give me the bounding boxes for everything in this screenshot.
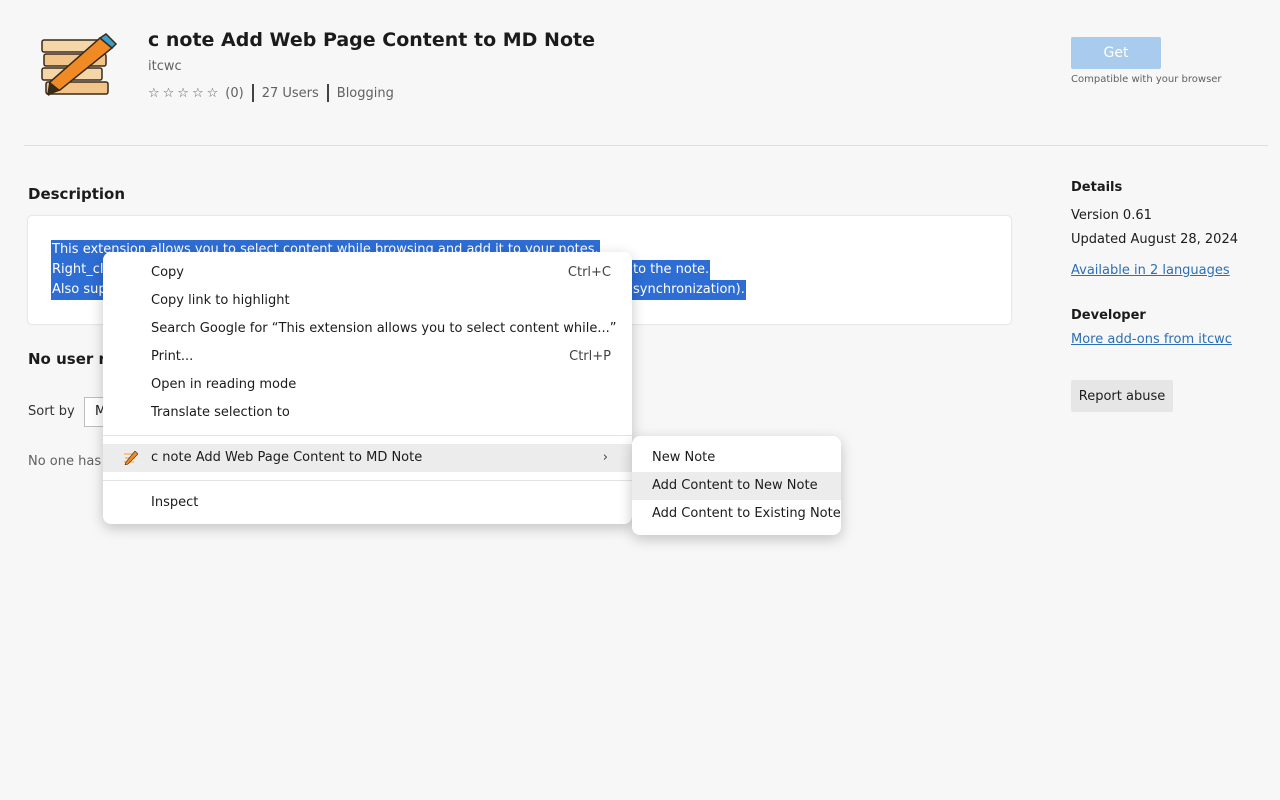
menu-item-label: c note Add Web Page Content to MD Note [151,450,423,465]
menu-item-search-google[interactable]: Search Google for “This extension allows… [103,315,632,343]
meta-divider [251,84,254,102]
menu-item-label: Inspect [151,495,199,510]
menu-item-label: Copy link to highlight [151,293,290,308]
report-abuse-button[interactable]: Report abuse [1071,380,1173,412]
user-count: 27 Users [261,85,319,101]
menu-item-inspect[interactable]: Inspect [103,489,632,517]
shortcut-label: Ctrl+C [567,265,611,280]
chevron-right-icon: › [602,450,608,465]
details-heading: Details [1071,180,1123,195]
description-line-3-end: synchronization). [632,280,746,300]
menu-item-translate[interactable]: Translate selection to [103,399,632,427]
submenu-item-new-note[interactable]: New Note [632,444,841,472]
extension-submenu: New Note Add Content to New Note Add Con… [632,436,841,535]
publisher-name[interactable]: itcwc [148,59,182,74]
rating-stars: ☆☆☆☆☆ [148,85,222,101]
languages-link[interactable]: Available in 2 languages [1071,263,1230,278]
menu-item-label: Add Content to Existing Note [652,506,841,521]
menu-item-label: Copy [151,265,184,280]
version-text: Version 0.61 [1071,208,1152,223]
menu-item-reading-mode[interactable]: Open in reading mode [103,371,632,399]
submenu-item-add-to-new-note[interactable]: Add Content to New Note [632,472,841,500]
menu-item-label: New Note [652,450,716,465]
menu-item-copy-link-to-highlight[interactable]: Copy link to highlight [103,287,632,315]
header-divider [24,145,1268,146]
menu-item-extension[interactable]: c note Add Web Page Content to MD Note › [103,444,632,472]
rating-count: (0) [225,85,244,101]
meta-divider [326,84,329,102]
more-addons-link[interactable]: More add-ons from itcwc [1071,332,1232,347]
shortcut-label: Ctrl+P [569,349,611,364]
menu-item-copy[interactable]: Copy Ctrl+C [103,259,632,287]
extension-meta: ☆☆☆☆☆ (0) 27 Users Blogging [148,84,394,102]
description-line-2-end: to the note. [632,260,711,280]
menu-item-label: Translate selection to [151,405,290,420]
description-line-3-start: Also sup [51,280,108,300]
description-line-2-start: Right_cli [51,260,109,280]
menu-item-label: Add Content to New Note [652,478,818,493]
no-reviews-text: No one has [28,454,102,469]
menu-item-label: Search Google for “This extension allows… [151,321,617,336]
updated-text: Updated August 28, 2024 [1071,232,1238,247]
menu-item-label: Open in reading mode [151,377,297,392]
menu-item-print[interactable]: Print... Ctrl+P [103,343,632,371]
extension-pencil-icon [124,451,138,465]
category-link[interactable]: Blogging [337,86,394,101]
developer-heading: Developer [1071,308,1146,323]
menu-divider [103,480,632,481]
extension-logo [41,33,118,96]
menu-item-label: Print... [151,349,194,364]
submenu-item-add-to-existing-note[interactable]: Add Content to Existing Note [632,500,841,528]
extension-title: c note Add Web Page Content to MD Note [148,29,595,51]
sort-by-label: Sort by [28,404,75,419]
context-menu: Copy Ctrl+C Copy link to highlight Searc… [103,252,632,524]
menu-divider [103,435,632,436]
description-heading: Description [28,185,126,203]
compatibility-note: Compatible with your browser [1071,74,1222,85]
get-button[interactable]: Get [1071,37,1161,69]
